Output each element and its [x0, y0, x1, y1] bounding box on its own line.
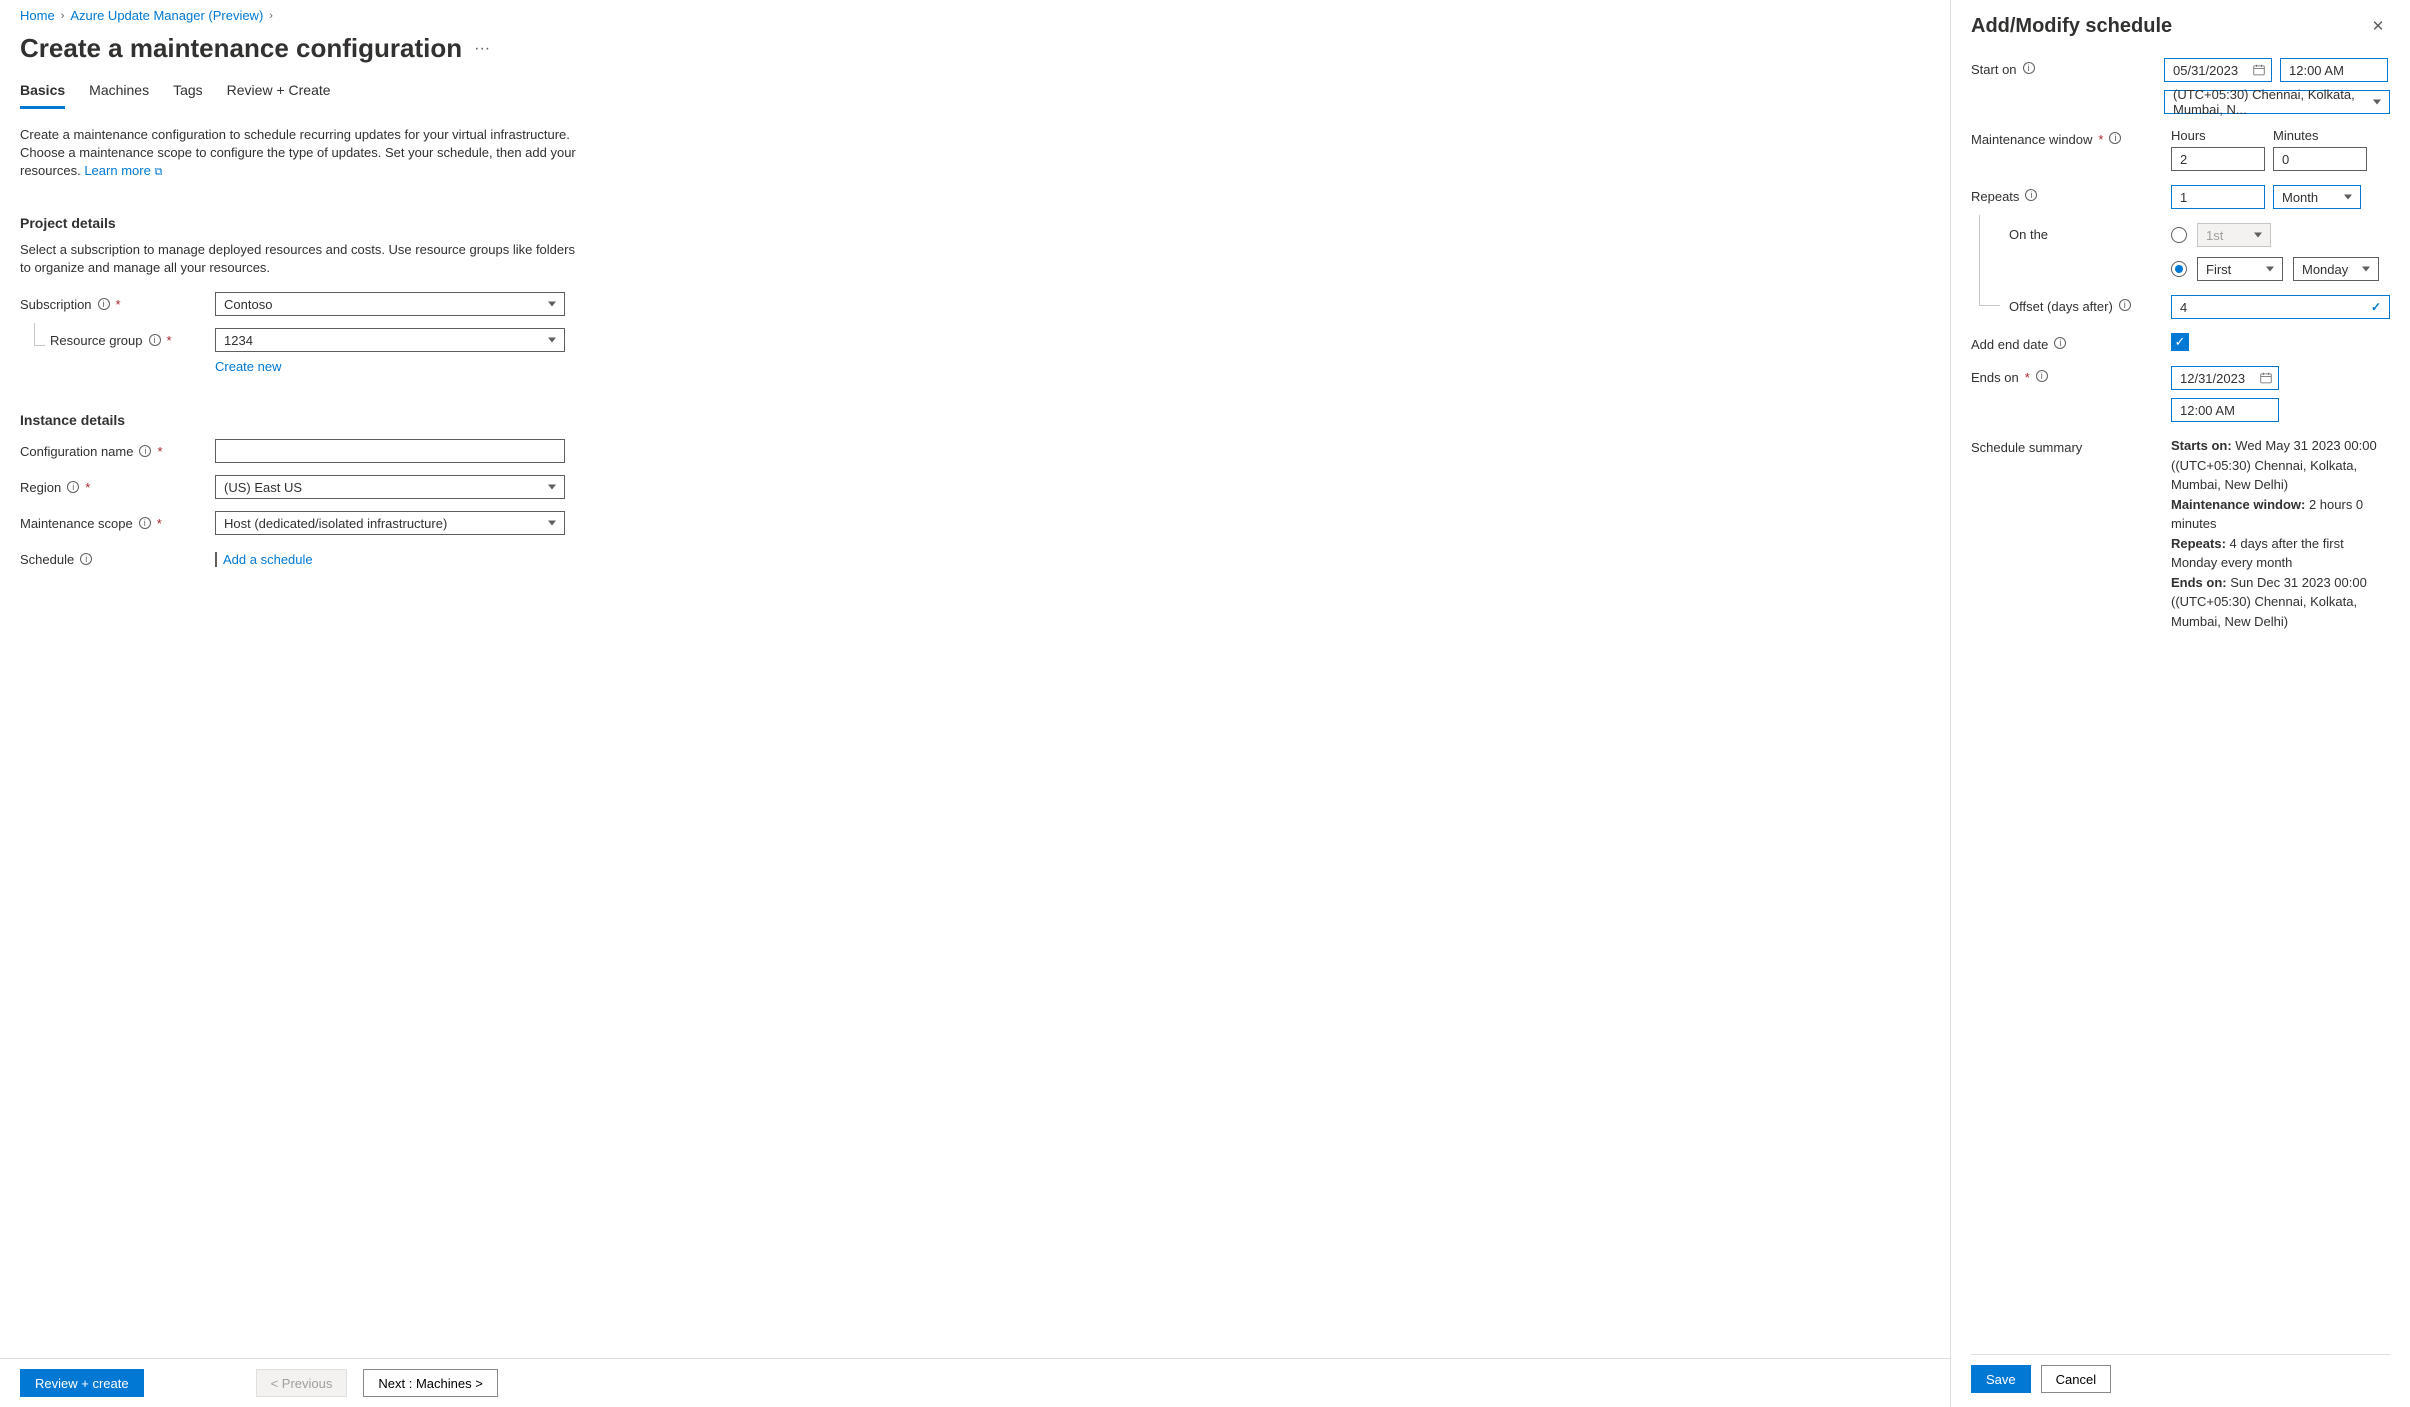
breadcrumb-home[interactable]: Home — [20, 8, 55, 23]
config-name-input[interactable] — [215, 439, 565, 463]
offset-label: Offset (days after) i — [1971, 295, 2171, 319]
info-icon[interactable]: i — [149, 334, 161, 346]
calendar-icon — [2253, 64, 2265, 76]
chevron-right-icon: › — [61, 10, 65, 22]
pattern-day-radio[interactable] — [2171, 227, 2187, 243]
breadcrumb: Home › Azure Update Manager (Preview) › — [20, 8, 1930, 23]
region-select[interactable]: (US) East US — [215, 475, 565, 499]
tab-machines[interactable]: Machines — [89, 82, 149, 109]
timezone-select[interactable]: (UTC+05:30) Chennai, Kolkata, Mumbai, N.… — [2164, 90, 2390, 114]
create-new-rg-link[interactable]: Create new — [215, 359, 1930, 374]
ends-on-label: Ends on * i — [1971, 366, 2171, 422]
calendar-icon — [2260, 372, 2272, 384]
add-end-date-checkbox[interactable]: ✓ — [2171, 333, 2189, 351]
tab-tags[interactable]: Tags — [173, 82, 203, 109]
info-icon[interactable]: i — [80, 553, 92, 565]
end-time-input[interactable]: 12:00 AM — [2171, 398, 2279, 422]
info-icon[interactable]: i — [2054, 337, 2066, 349]
info-icon[interactable]: i — [139, 517, 151, 529]
add-end-date-label: Add end date i — [1971, 333, 2171, 352]
info-icon[interactable]: i — [2023, 62, 2035, 74]
tabs: Basics Machines Tags Review + Create — [20, 82, 1930, 110]
repeats-value-input[interactable]: 1 — [2171, 185, 2265, 209]
config-name-label: Configuration name i * — [20, 444, 215, 459]
subscription-label: Subscription i * — [20, 297, 215, 312]
page-title: Create a maintenance configuration — [20, 33, 462, 64]
more-icon[interactable]: ··· — [474, 40, 490, 58]
minutes-input[interactable]: 0 — [2273, 147, 2367, 171]
info-icon[interactable]: i — [2036, 370, 2048, 382]
panel-footer: Save Cancel — [1971, 1354, 2390, 1407]
info-icon[interactable]: i — [139, 445, 151, 457]
hours-input[interactable]: 2 — [2171, 147, 2265, 171]
start-time-input[interactable]: 12:00 AM — [2280, 58, 2388, 82]
minutes-label: Minutes — [2273, 128, 2367, 143]
maintenance-window-label: Maintenance window * i — [1971, 128, 2171, 171]
offset-input[interactable]: 4 — [2171, 295, 2390, 319]
weekday-select[interactable]: Monday — [2293, 257, 2379, 281]
project-details-note: Select a subscription to manage deployed… — [20, 241, 580, 277]
next-button[interactable]: Next : Machines > — [363, 1369, 497, 1397]
breadcrumb-aum[interactable]: Azure Update Manager (Preview) — [70, 8, 263, 23]
external-link-icon: ⧉ — [154, 166, 162, 178]
hours-label: Hours — [2171, 128, 2265, 143]
region-label: Region i * — [20, 480, 215, 495]
maintenance-scope-label: Maintenance scope i * — [20, 516, 215, 531]
repeats-unit-select[interactable]: Month — [2273, 185, 2361, 209]
instance-details-heading: Instance details — [20, 412, 1930, 428]
chevron-right-icon: › — [269, 10, 273, 22]
panel-title: Add/Modify schedule — [1971, 15, 2172, 38]
learn-more-link[interactable]: Learn more ⧉ — [84, 163, 162, 178]
info-icon[interactable]: i — [98, 298, 110, 310]
subscription-select[interactable]: Contoso — [215, 292, 565, 316]
day-number-select[interactable]: 1st — [2197, 223, 2271, 247]
previous-button[interactable]: < Previous — [256, 1369, 348, 1397]
schedule-summary: Starts on: Wed May 31 2023 00:00 ((UTC+0… — [2171, 436, 2390, 631]
pattern-ordinal-radio[interactable] — [2171, 261, 2187, 277]
repeats-label: Repeats i — [1971, 185, 2171, 209]
add-schedule-link[interactable]: Add a schedule — [223, 552, 313, 567]
info-icon[interactable]: i — [2119, 299, 2131, 311]
resource-group-label: Resource group i * — [20, 333, 215, 348]
tab-review[interactable]: Review + Create — [227, 82, 331, 109]
maintenance-scope-select[interactable]: Host (dedicated/isolated infrastructure) — [215, 511, 565, 535]
end-date-input[interactable]: 12/31/2023 — [2171, 366, 2279, 390]
close-icon[interactable]: ✕ — [2366, 14, 2390, 38]
ordinal-select[interactable]: First — [2197, 257, 2283, 281]
info-icon[interactable]: i — [2025, 189, 2037, 201]
schedule-summary-label: Schedule summary — [1971, 436, 2171, 631]
start-on-label: Start on i — [1971, 58, 2164, 114]
info-icon[interactable]: i — [67, 481, 79, 493]
tab-basics[interactable]: Basics — [20, 82, 65, 109]
schedule-label: Schedule i — [20, 552, 215, 567]
start-date-input[interactable]: 05/31/2023 — [2164, 58, 2272, 82]
project-details-heading: Project details — [20, 215, 1930, 231]
review-create-button[interactable]: Review + create — [20, 1369, 144, 1397]
on-the-label: On the — [1971, 223, 2171, 281]
save-button[interactable]: Save — [1971, 1365, 2031, 1393]
description: Create a maintenance configuration to sc… — [20, 126, 580, 181]
footer: Review + create < Previous Next : Machin… — [0, 1358, 1950, 1407]
schedule-panel: Add/Modify schedule ✕ Start on i 05/31/2… — [1950, 0, 2410, 1407]
cancel-button[interactable]: Cancel — [2041, 1365, 2111, 1393]
info-icon[interactable]: i — [2109, 132, 2121, 144]
resource-group-select[interactable]: 1234 — [215, 328, 565, 352]
